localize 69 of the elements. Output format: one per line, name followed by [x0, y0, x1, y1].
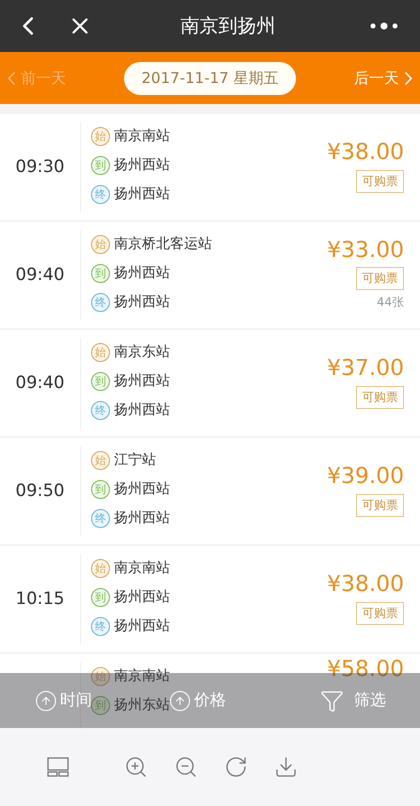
download-button[interactable] — [274, 755, 298, 779]
trip-row[interactable]: 09:40 始 南京东站 到 扬州西站 终 扬州西站 ¥37.00 可购票 — [0, 330, 420, 436]
zoom-in-button[interactable] — [124, 755, 148, 779]
station-marker: 到 — [91, 696, 110, 714]
availability-tag: 可购票 — [356, 170, 404, 193]
trip-row[interactable]: 09:40 始 南京桥北客运站 到 扬州西站 终 扬州西站 ¥33.00 可购票 44张 — [0, 222, 420, 328]
next-day-button[interactable]: 后一天 — [354, 68, 412, 88]
date-selector[interactable]: 2017-11-17 星期五 — [124, 62, 296, 94]
station-marker: 终 — [91, 184, 110, 204]
station-name: 扬州西站 — [114, 372, 170, 390]
station-name: 扬州西站 — [114, 401, 170, 419]
station-marker: 始 — [91, 342, 110, 362]
trip-row[interactable]: 09:50 始 江宁站 到 扬州西站 终 扬州西站 ¥39.00 可购票 — [0, 438, 420, 544]
station-name: 扬州西站 — [114, 264, 170, 282]
station-marker: 始 — [91, 558, 110, 578]
station-name: 南京东站 — [114, 343, 170, 361]
departure-time: 09:40 — [16, 373, 64, 393]
station-name: 扬州西站 — [114, 617, 170, 635]
ticket-price: ¥37.00 — [327, 357, 404, 382]
page-title: 南京到扬州 — [180, 14, 276, 39]
station-name: 江宁站 — [114, 451, 156, 469]
station-marker: 终 — [91, 508, 110, 528]
station-name: 南京南站 — [114, 667, 170, 685]
zoom-out-button[interactable] — [174, 755, 198, 779]
station-marker: 始 — [91, 450, 110, 470]
station-marker: 终 — [91, 616, 110, 636]
ticket-price: ¥39.00 — [327, 465, 404, 490]
layout-button[interactable] — [46, 755, 70, 779]
station-marker: 到 — [91, 264, 110, 282]
departure-time: 09:40 — [16, 265, 64, 285]
station-marker: 终 — [91, 400, 110, 420]
station-name: 扬州西站 — [114, 156, 170, 174]
availability-tag: 可购票 — [356, 494, 404, 517]
chevron-right-icon — [404, 72, 412, 84]
station-marker: 到 — [91, 480, 110, 498]
ticket-price: ¥33.00 — [327, 238, 404, 264]
station-name: 扬州西站 — [114, 480, 170, 498]
layout-icon — [46, 755, 70, 779]
station-name: 扬州东站 — [114, 696, 170, 714]
ticket-price: ¥58.00 — [327, 658, 404, 682]
ticket-price: ¥38.00 — [327, 141, 404, 166]
station-name: 扬州西站 — [114, 509, 170, 527]
station-marker: 始 — [91, 126, 110, 146]
more-icon — [369, 21, 399, 31]
filter-icon — [320, 688, 344, 712]
station-marker: 始 — [91, 666, 110, 686]
station-marker: 终 — [91, 292, 110, 312]
station-marker: 始 — [91, 234, 110, 254]
departure-time: 09:50 — [16, 481, 64, 501]
rotate-button[interactable] — [224, 755, 248, 779]
station-marker: 到 — [91, 156, 110, 174]
ticket-price: ¥38.00 — [327, 573, 404, 598]
station-name: 扬州西站 — [114, 185, 170, 203]
departure-time: 09:30 — [16, 157, 64, 177]
remaining-tickets: 44张 — [376, 294, 404, 312]
trip-row[interactable]: 09:30 始 南京南站 到 扬州西站 终 扬州西站 ¥38.00 可购票 — [0, 114, 420, 220]
station-marker: 到 — [91, 588, 110, 606]
station-name: 南京桥北客运站 — [114, 235, 212, 253]
station-name: 扬州西站 — [114, 588, 170, 606]
availability-tag: 可购票 — [356, 386, 404, 409]
station-name: 南京南站 — [114, 559, 170, 577]
departure-time: 10:15 — [16, 589, 64, 609]
availability-tag: 可购票 — [356, 602, 404, 625]
station-marker: 到 — [91, 372, 110, 390]
station-name: 南京南站 — [114, 127, 170, 145]
station-name: 扬州西站 — [114, 293, 170, 311]
trip-row[interactable]: 10:15 始 南京南站 到 扬州西站 终 扬州西站 ¥38.00 可购票 — [0, 546, 420, 652]
chevron-left-icon — [8, 72, 15, 84]
availability-tag: 可购票 — [356, 267, 404, 290]
